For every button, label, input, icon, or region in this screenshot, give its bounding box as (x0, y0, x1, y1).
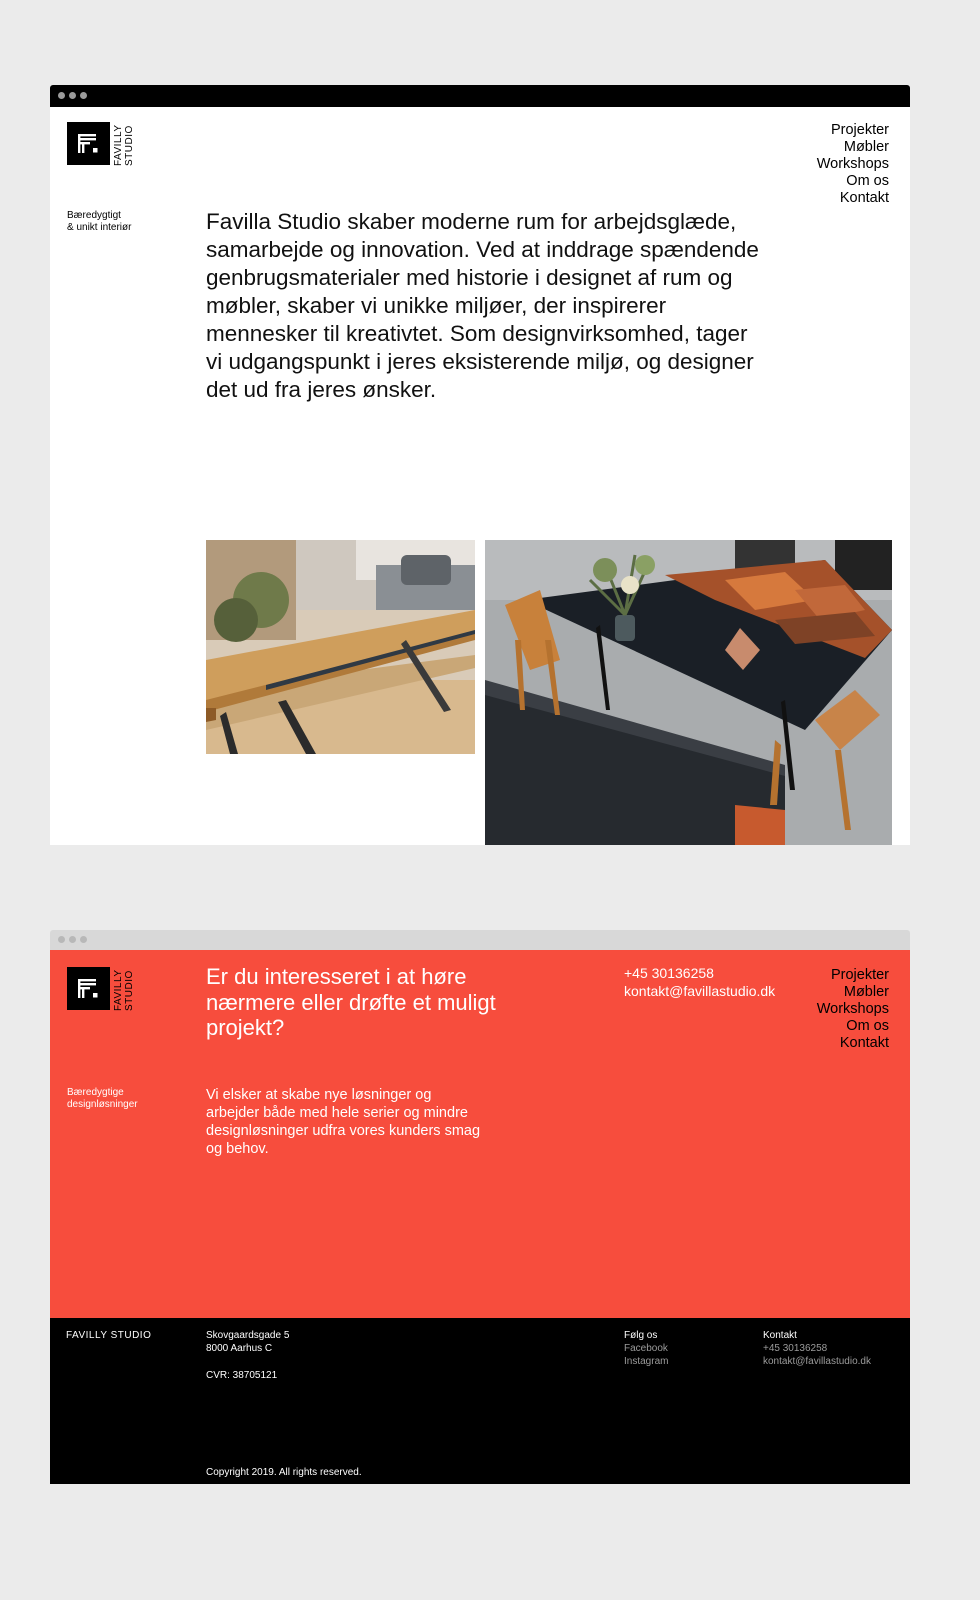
logo-line-2: STUDIO (124, 125, 135, 166)
footer-brand: FAVILLY STUDIO (66, 1330, 152, 1341)
contact-body-text: Vi elsker at skabe nye løsninger og arbe… (206, 1087, 481, 1157)
nav-item-projekter[interactable]: Projekter (817, 967, 889, 984)
contact-section: FAVILLY STUDIO Bæredygtige designløsning… (50, 950, 910, 1318)
window-dot-icon[interactable] (80, 92, 87, 99)
logo-line-1: FAVILLY (113, 969, 124, 1011)
logo-wordmark: FAVILLY STUDIO (113, 967, 135, 1011)
tagline-line-2: & unikt interiør (67, 222, 132, 233)
footer-phone-link[interactable]: +45 30136258 (763, 1342, 871, 1355)
logo[interactable]: FAVILLY STUDIO (67, 122, 137, 166)
footer-contact-title: Kontakt (763, 1330, 797, 1341)
main-nav: Projekter Møbler Workshops Om os Kontakt (817, 967, 889, 1052)
footer-social: Følg os Facebook Instagram (624, 1329, 668, 1368)
photo-dining-table (485, 540, 892, 845)
nav-item-projekter[interactable]: Projekter (817, 122, 889, 139)
footer-follow-title: Følg os (624, 1330, 658, 1341)
facebook-link[interactable]: Facebook (624, 1342, 668, 1355)
logo-line-2: STUDIO (124, 970, 135, 1011)
main-nav: Projekter Møbler Workshops Om os Kontakt (817, 122, 889, 207)
logo[interactable]: FAVILLY STUDIO (67, 967, 137, 1011)
logo-mark-icon (67, 967, 110, 1010)
tagline-line-1: Bæredygtigt (67, 210, 121, 221)
nav-item-kontakt[interactable]: Kontakt (817, 190, 889, 207)
footer-email-link[interactable]: kontakt@favillastudio.dk (763, 1355, 871, 1368)
instagram-link[interactable]: Instagram (624, 1355, 668, 1368)
nav-item-om-os[interactable]: Om os (817, 1018, 889, 1035)
window-titlebar (50, 930, 910, 950)
nav-item-mobler[interactable]: Møbler (817, 984, 889, 1001)
window-dot-icon[interactable] (58, 936, 65, 943)
window-titlebar (50, 85, 910, 107)
window-dot-icon[interactable] (58, 92, 65, 99)
footer-address: Skovgaardsgade 5 8000 Aarhus C CVR: 3870… (206, 1329, 289, 1382)
logo-wordmark: FAVILLY STUDIO (113, 122, 135, 166)
nav-item-workshops[interactable]: Workshops (817, 1001, 889, 1018)
copyright: Copyright 2019. All rights reserved. (206, 1467, 362, 1478)
tagline-line-1: Bæredygtige (67, 1087, 124, 1098)
contact-phone-link[interactable]: +45 30136258 (624, 964, 775, 982)
tagline: Bæredygtige designløsninger (67, 1087, 138, 1111)
browser-window-contact: FAVILLY STUDIO Bæredygtige designløsning… (50, 930, 910, 1484)
nav-item-workshops[interactable]: Workshops (817, 156, 889, 173)
address-city: 8000 Aarhus C (206, 1343, 273, 1354)
contact-email-link[interactable]: kontakt@favillastudio.dk (624, 982, 775, 1000)
nav-item-kontakt[interactable]: Kontakt (817, 1035, 889, 1052)
cvr-number: CVR: 38705121 (206, 1370, 278, 1381)
browser-window-home: FAVILLY STUDIO Bæredygtigt & unikt inter… (50, 85, 910, 845)
address-street: Skovgaardsgade 5 (206, 1330, 290, 1341)
window-dot-icon[interactable] (69, 92, 76, 99)
nav-item-mobler[interactable]: Møbler (817, 139, 889, 156)
tagline: Bæredygtigt & unikt interiør (67, 210, 131, 234)
logo-line-1: FAVILLY (113, 124, 124, 166)
intro-text: Favilla Studio skaber moderne rum for ar… (206, 209, 759, 402)
photo-wood-table (206, 540, 475, 754)
window-dot-icon[interactable] (80, 936, 87, 943)
window-dot-icon[interactable] (69, 936, 76, 943)
logo-mark-icon (67, 122, 110, 165)
footer-contact: Kontakt +45 30136258 kontakt@favillastud… (763, 1329, 871, 1368)
tagline-line-2: designløsninger (67, 1099, 138, 1110)
nav-item-om-os[interactable]: Om os (817, 173, 889, 190)
contact-details: +45 30136258 kontakt@favillastudio.dk (624, 964, 775, 1000)
site-footer: FAVILLY STUDIO Skovgaardsgade 5 8000 Aar… (50, 1318, 910, 1484)
contact-headline: Er du interesseret i at høre nærmere ell… (206, 964, 496, 1040)
